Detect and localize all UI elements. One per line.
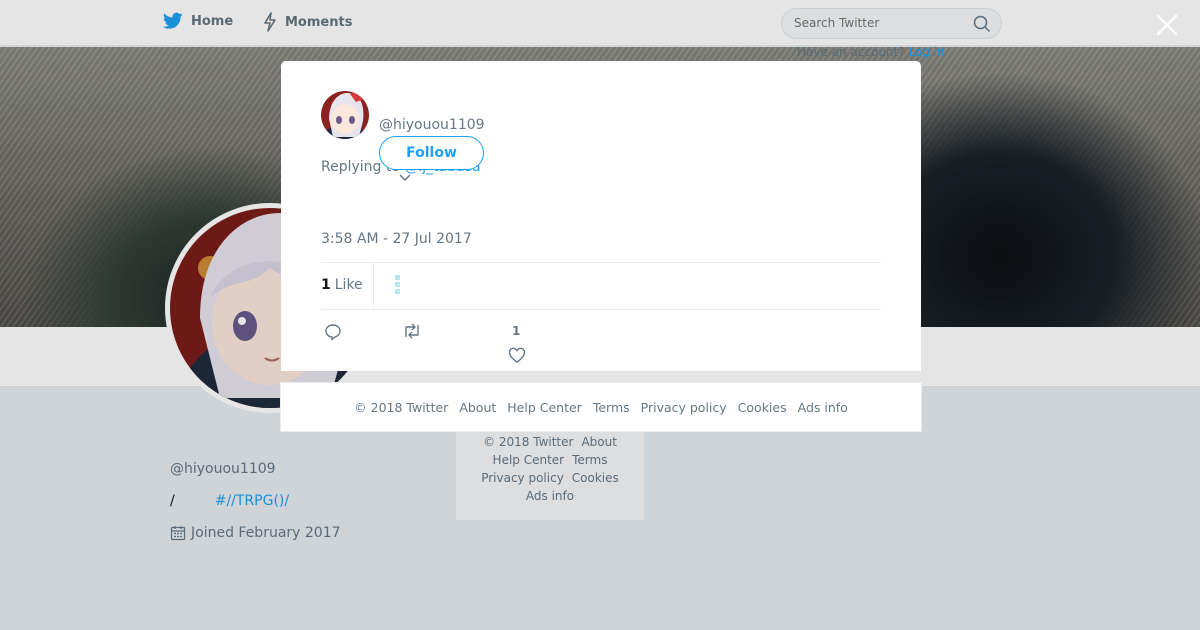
follow-button[interactable]: Follow xyxy=(379,136,484,170)
tweet-author-handle[interactable]: @hiyouou1109 xyxy=(379,117,485,133)
tweet-author-avatar-image xyxy=(321,91,369,139)
modal-footer-link-terms[interactable]: Terms xyxy=(593,400,630,415)
tweet-author-avatar[interactable] xyxy=(321,91,369,139)
liker-avatars[interactable] xyxy=(395,275,402,297)
retweet-icon[interactable] xyxy=(402,323,422,339)
modal-footer-link-help-center[interactable]: Help Center xyxy=(507,400,582,415)
likes-stat[interactable]: 1 Like xyxy=(321,277,363,293)
modal-footer-link-ads-info[interactable]: Ads info xyxy=(798,400,848,415)
chevron-down-icon[interactable] xyxy=(399,174,411,182)
modal-footer-link-about[interactable]: About xyxy=(459,400,496,415)
tweet-timestamp[interactable]: 3:58 AM - 27 Jul 2017 xyxy=(321,231,472,247)
close-icon[interactable] xyxy=(1154,12,1180,38)
tweet-stats: 1 Like xyxy=(321,262,881,310)
heart-icon[interactable] xyxy=(508,347,526,363)
tweet-modal: @hiyouou1109 Replying to @ij_tabasa Foll… xyxy=(281,61,921,371)
likes-label: Like xyxy=(334,277,363,293)
modal-footer-copyright: © 2018 Twitter xyxy=(354,399,449,415)
like-action-count: 1 xyxy=(512,324,521,338)
likes-count: 1 xyxy=(321,277,331,293)
modal-footer-link-cookies[interactable]: Cookies xyxy=(738,400,787,415)
stats-divider xyxy=(373,263,374,309)
modal-footer-link-privacy[interactable]: Privacy policy xyxy=(641,400,727,415)
reply-icon[interactable] xyxy=(324,323,342,341)
modal-footer: © 2018 Twitter About Help Center Terms P… xyxy=(280,382,922,432)
